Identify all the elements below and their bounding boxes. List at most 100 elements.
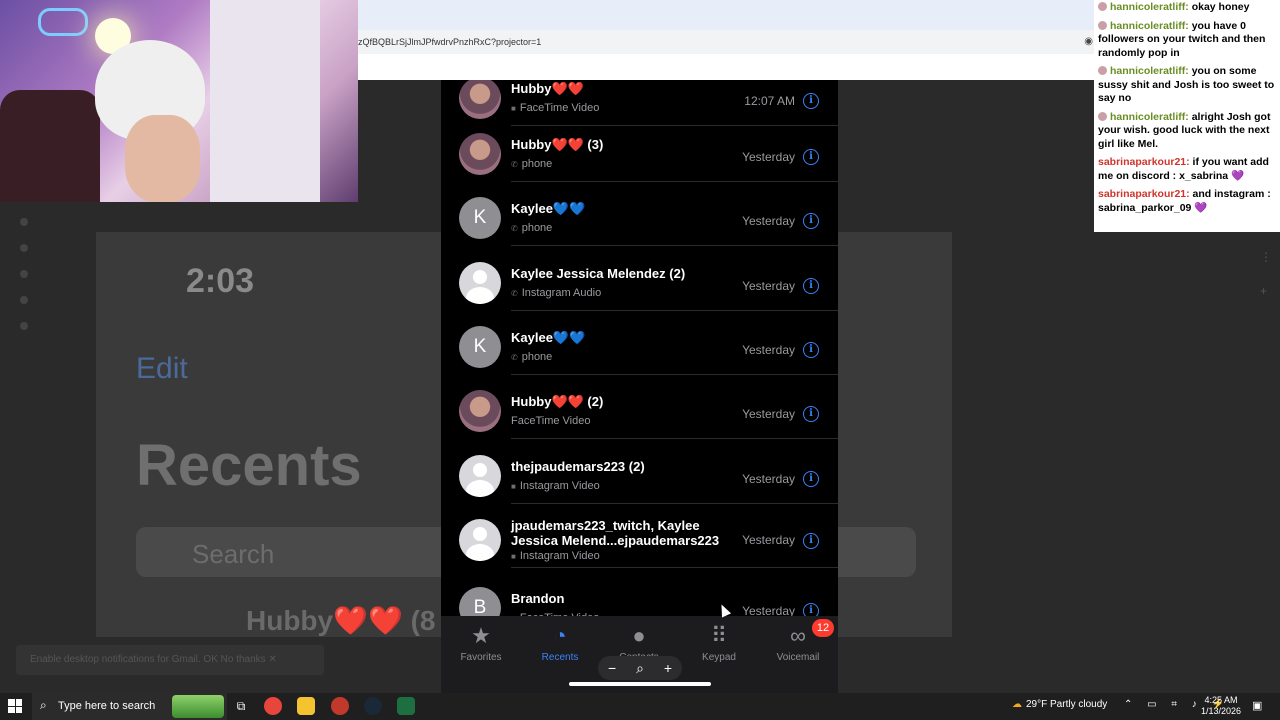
chat-message: hannicoleratliff: you on some sussy shit… <box>1098 65 1276 106</box>
contact-avatar <box>459 133 501 175</box>
desktop-stage: 2:03 Edit Recents Search Hubby❤️❤️ (8 En… <box>0 0 1280 693</box>
chat-username[interactable]: sabrinaparkour21: <box>1098 156 1190 168</box>
call-row[interactable]: Hubby❤️❤️ (3) ✆ phone Yesterday i <box>441 118 838 182</box>
windows-start-icon[interactable] <box>8 699 22 713</box>
zoom-icon[interactable]: ⌕ <box>636 660 644 677</box>
call-type-label: FaceTime Video <box>519 102 600 114</box>
video-icon: ■ <box>511 552 516 561</box>
call-row[interactable]: jpaudemars223_twitch, Kaylee Jessica Mel… <box>441 504 838 568</box>
taskbar-search[interactable]: ⌕ Type here to search <box>32 693 227 720</box>
user-badge-icon <box>1098 111 1107 121</box>
file-explorer-icon[interactable] <box>297 697 315 715</box>
call-type-label: phone <box>521 222 553 234</box>
browser-window: zQfBQBLrSjJlmJPfwdrvPnzhRxC?projector=1 … <box>358 0 1095 80</box>
steam-icon[interactable] <box>364 697 382 715</box>
weather-text: 29°F Partly cloudy <box>1026 699 1108 710</box>
chat-username[interactable]: sabrinaparkour21: <box>1098 188 1190 200</box>
call-type-label: FaceTime Video <box>511 415 591 427</box>
address-url[interactable]: zQfBQBLrSjJlmJPfwdrvPnzhRxC?projector=1 <box>358 37 541 47</box>
notification-center-icon[interactable]: ▣ <box>1252 699 1262 712</box>
chrome-icon[interactable] <box>264 697 282 715</box>
tab-favorites[interactable]: ★ Favorites <box>446 624 516 664</box>
left-sidebar-icons <box>0 200 44 380</box>
phone-icon: ✆ <box>511 224 518 233</box>
eye-icon[interactable]: ◉ <box>1084 36 1093 47</box>
call-row[interactable]: Hubby❤️❤️ (2) FaceTime Video Yesterday i <box>441 375 838 439</box>
right-sidebar-icons: ⋮ + <box>1260 250 1272 298</box>
row-divider <box>511 567 838 568</box>
tab-recents[interactable]: ◔ Recents <box>525 624 595 664</box>
zoom-in-button[interactable]: + <box>664 660 672 676</box>
zoom-out-button[interactable]: − <box>608 660 616 676</box>
clock-time: 4:25 AM <box>1204 695 1238 705</box>
contact-name: Brandon <box>511 591 565 606</box>
call-time: Yesterday <box>742 214 795 228</box>
call-row[interactable]: K Kaylee💙💙 ✆ phone Yesterday i <box>441 311 838 375</box>
contact-name: jpaudemars223_twitch, Kaylee Jessica Mel… <box>511 518 720 548</box>
bg-status-time: 2:03 <box>186 262 255 300</box>
tab-label: Recents <box>541 652 579 663</box>
gaming-chair <box>0 90 100 202</box>
chat-message: hannicoleratliff: okay honey <box>1098 1 1276 15</box>
info-icon[interactable]: i <box>803 93 819 109</box>
call-time: 12:07 AM <box>744 94 795 108</box>
row-divider <box>511 438 838 439</box>
info-icon[interactable]: i <box>803 471 819 487</box>
chat-username[interactable]: hannicoleratliff: <box>1110 20 1189 32</box>
bg-search-placeholder: Search <box>192 539 275 569</box>
phone-recents-list[interactable]: Hubby❤️❤️ ■ FaceTime Video 12:07 AM i Hubby❤️… <box>441 80 838 693</box>
info-icon[interactable]: i <box>803 213 819 229</box>
contact-avatar <box>459 519 501 561</box>
call-type: ■FaceTime Video <box>511 102 599 114</box>
info-icon[interactable]: i <box>803 342 819 358</box>
contact-avatar: K <box>459 326 501 368</box>
neon-gamepad-sign <box>38 8 88 36</box>
info-icon[interactable]: i <box>803 278 819 294</box>
call-type: ✆ phone <box>511 222 552 234</box>
tab-label: Favorites <box>460 652 502 663</box>
app-icon[interactable] <box>331 697 349 715</box>
tab-label: Keypad <box>702 652 736 663</box>
chat-username[interactable]: hannicoleratliff: <box>1110 111 1189 123</box>
chat-username[interactable]: hannicoleratliff: <box>1110 1 1189 13</box>
contact-name: Kaylee💙💙 <box>511 330 586 345</box>
contact-name: thejpaudemars223 (2) <box>511 459 645 474</box>
info-icon[interactable]: i <box>803 149 819 165</box>
stream-chat-overlay: hannicoleratliff: okay honey hannicolerat… <box>1094 0 1280 232</box>
windows-taskbar: ⌕ Type here to search ⧉ ☁ 29°F Partly clo… <box>0 693 1280 720</box>
video-icon: ■ <box>511 104 516 113</box>
weather-icon: ☁ <box>1012 699 1022 710</box>
weather-widget[interactable]: ☁ 29°F Partly cloudy <box>1012 699 1107 710</box>
taskbar-search-placeholder: Type here to search <box>58 700 156 712</box>
browser-tabstrip[interactable] <box>358 0 1095 30</box>
row-divider <box>511 245 838 246</box>
taskbar-clock[interactable]: 4:25 AM 1/13/2026 <box>1198 695 1244 717</box>
user-badge-icon <box>1098 20 1107 30</box>
contact-name: Kaylee💙💙 <box>511 201 586 216</box>
contact-avatar <box>459 455 501 497</box>
call-row[interactable]: thejpaudemars223 (2) ■ Instagram Video Yest… <box>441 440 838 504</box>
call-time: Yesterday <box>742 472 795 486</box>
user-badge-icon <box>1098 66 1107 75</box>
excel-icon[interactable] <box>397 697 415 715</box>
notification-toast: Enable desktop notifications for Gmail. … <box>16 645 324 675</box>
search-highlight-art <box>172 695 224 718</box>
info-icon[interactable]: i <box>803 533 819 549</box>
bg-first-entry: Hubby❤️❤️ (8 <box>246 605 436 636</box>
phone-icon: ✆ <box>511 289 518 298</box>
tab-keypad[interactable]: ⠿ Keypad <box>684 624 754 664</box>
call-row[interactable]: K Kaylee💙💙 ✆ phone Yesterday i <box>441 182 838 246</box>
home-indicator[interactable] <box>569 682 711 686</box>
chat-username[interactable]: hannicoleratliff: <box>1110 65 1189 77</box>
call-row[interactable]: Kaylee Jessica Melendez (2) ✆ Instagram Au… <box>441 247 838 311</box>
contact-avatar: K <box>459 197 501 239</box>
call-type-label: Instagram Audio <box>521 287 602 299</box>
call-type-label: Instagram Video <box>519 550 600 562</box>
chat-message: hannicoleratliff: alright Josh got your … <box>1098 111 1276 152</box>
info-icon[interactable]: i <box>803 406 819 422</box>
video-icon: ■ <box>511 482 516 491</box>
call-type: FaceTime Video <box>511 415 590 427</box>
task-view-icon[interactable]: ⧉ <box>232 697 250 715</box>
bg-recents-title: Recents <box>136 433 362 498</box>
call-time: Yesterday <box>742 279 795 293</box>
